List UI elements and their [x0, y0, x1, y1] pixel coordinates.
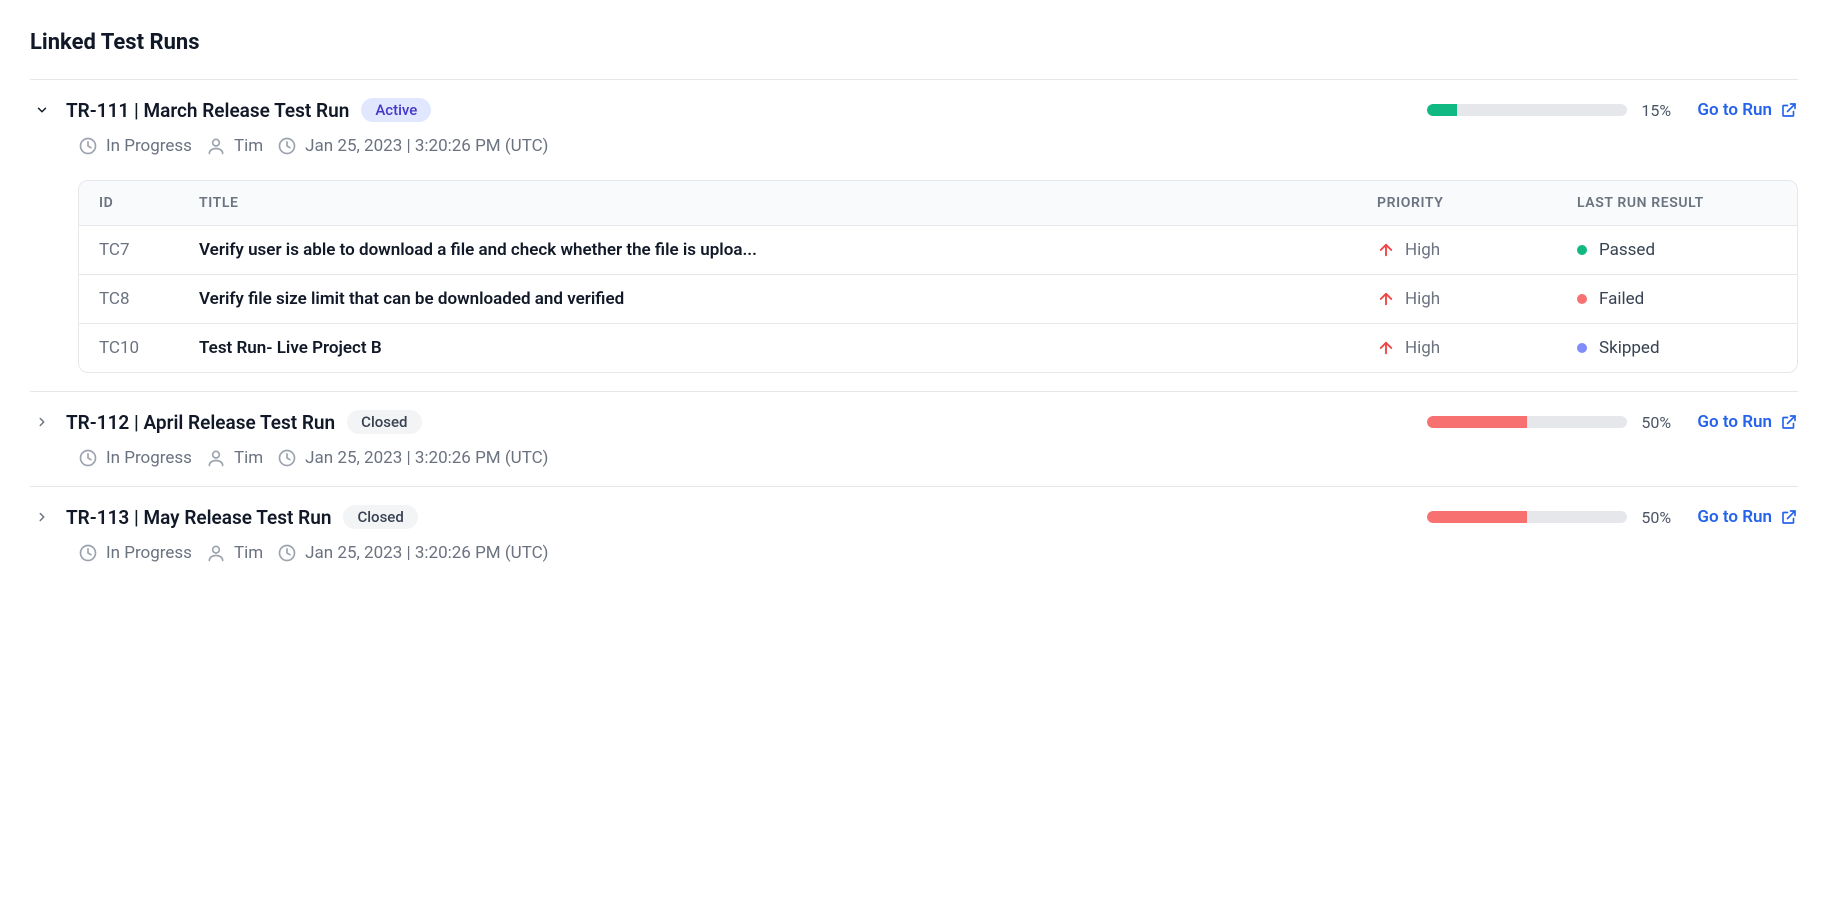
- progress-bar: [1427, 416, 1627, 428]
- meta-owner: Tim: [206, 136, 263, 156]
- meta-owner: Tim: [206, 448, 263, 468]
- status-badge: Closed: [343, 505, 417, 529]
- person-icon: [206, 543, 226, 563]
- run-meta: In Progress Tim Jan 25, 2023 | 3:20:26 PM …: [78, 448, 1798, 468]
- run-title[interactable]: TR-112 | April Release Test Run: [66, 411, 335, 434]
- test-case-title: Test Run- Live Project B: [199, 338, 1377, 358]
- run-header: TR-111 | March Release Test Run Active 15%…: [30, 98, 1798, 122]
- test-case-result: Passed: [1577, 240, 1777, 260]
- status-badge: Closed: [347, 410, 421, 434]
- status-badge: Active: [361, 98, 431, 122]
- meta-state: In Progress: [78, 448, 192, 468]
- progress-fill: [1427, 104, 1457, 116]
- progress-percent: 15%: [1641, 101, 1685, 120]
- chevron-right-icon[interactable]: [30, 505, 54, 529]
- table-row[interactable]: TC10Test Run- Live Project BHighSkipped: [79, 323, 1797, 372]
- test-case-id: TC7: [99, 240, 199, 260]
- test-run-block: TR-113 | May Release Test Run Closed 50% Go…: [30, 486, 1798, 581]
- meta-owner: Tim: [206, 543, 263, 563]
- test-case-priority: High: [1377, 289, 1577, 309]
- test-case-title: Verify file size limit that can be downl…: [199, 289, 1377, 309]
- test-case-table: IDTITLEPRIORITYLAST RUN RESULTTC7Verify …: [78, 180, 1798, 373]
- chevron-right-icon[interactable]: [30, 410, 54, 434]
- go-to-run-label: Go to Run: [1697, 100, 1772, 120]
- external-link-icon: [1780, 508, 1798, 526]
- test-case-result: Failed: [1577, 289, 1777, 309]
- clock-icon: [78, 543, 98, 563]
- clock-icon: [78, 448, 98, 468]
- run-title[interactable]: TR-113 | May Release Test Run: [66, 506, 331, 529]
- arrow-up-icon: [1377, 241, 1395, 259]
- external-link-icon: [1780, 101, 1798, 119]
- arrow-up-icon: [1377, 290, 1395, 308]
- col-header-id: ID: [99, 195, 199, 211]
- run-header: TR-113 | May Release Test Run Closed 50% Go…: [30, 505, 1798, 529]
- run-meta: In Progress Tim Jan 25, 2023 | 3:20:26 PM …: [78, 543, 1798, 563]
- go-to-run-link[interactable]: Go to Run: [1697, 100, 1798, 120]
- meta-timestamp: Jan 25, 2023 | 3:20:26 PM (UTC): [277, 136, 548, 156]
- progress-bar: [1427, 511, 1627, 523]
- progress: 50%: [1427, 413, 1685, 432]
- person-icon: [206, 448, 226, 468]
- test-case-id: TC8: [99, 289, 199, 309]
- progress-percent: 50%: [1641, 508, 1685, 527]
- go-to-run-link[interactable]: Go to Run: [1697, 412, 1798, 432]
- test-case-priority: High: [1377, 240, 1577, 260]
- progress-percent: 50%: [1641, 413, 1685, 432]
- meta-state: In Progress: [78, 136, 192, 156]
- progress-bar: [1427, 104, 1627, 116]
- table-header-row: IDTITLEPRIORITYLAST RUN RESULT: [79, 181, 1797, 225]
- clock-icon: [277, 136, 297, 156]
- meta-state: In Progress: [78, 543, 192, 563]
- status-dot-icon: [1577, 343, 1587, 353]
- clock-icon: [277, 543, 297, 563]
- go-to-run-label: Go to Run: [1697, 412, 1772, 432]
- person-icon: [206, 136, 226, 156]
- progress: 50%: [1427, 508, 1685, 527]
- progress: 15%: [1427, 101, 1685, 120]
- test-run-block: TR-112 | April Release Test Run Closed 50%…: [30, 391, 1798, 486]
- clock-icon: [277, 448, 297, 468]
- chevron-down-icon[interactable]: [30, 98, 54, 122]
- runs-list: TR-111 | March Release Test Run Active 15%…: [30, 79, 1798, 581]
- meta-timestamp: Jan 25, 2023 | 3:20:26 PM (UTC): [277, 543, 548, 563]
- test-case-priority: High: [1377, 338, 1577, 358]
- col-header-title: TITLE: [199, 195, 1377, 211]
- go-to-run-label: Go to Run: [1697, 507, 1772, 527]
- arrow-up-icon: [1377, 339, 1395, 357]
- col-header-result: LAST RUN RESULT: [1577, 195, 1777, 211]
- run-meta: In Progress Tim Jan 25, 2023 | 3:20:26 PM …: [78, 136, 1798, 156]
- status-dot-icon: [1577, 294, 1587, 304]
- table-row[interactable]: TC7Verify user is able to download a fil…: [79, 225, 1797, 274]
- go-to-run-link[interactable]: Go to Run: [1697, 507, 1798, 527]
- run-title[interactable]: TR-111 | March Release Test Run: [66, 99, 349, 122]
- run-header: TR-112 | April Release Test Run Closed 50%…: [30, 410, 1798, 434]
- col-header-priority: PRIORITY: [1377, 195, 1577, 211]
- test-case-id: TC10: [99, 338, 199, 358]
- clock-icon: [78, 136, 98, 156]
- external-link-icon: [1780, 413, 1798, 431]
- section-title: Linked Test Runs: [30, 30, 1798, 55]
- meta-timestamp: Jan 25, 2023 | 3:20:26 PM (UTC): [277, 448, 548, 468]
- progress-fill: [1427, 511, 1527, 523]
- progress-fill: [1427, 416, 1527, 428]
- status-dot-icon: [1577, 245, 1587, 255]
- test-run-block: TR-111 | March Release Test Run Active 15%…: [30, 79, 1798, 391]
- test-case-result: Skipped: [1577, 338, 1777, 358]
- test-case-title: Verify user is able to download a file a…: [199, 240, 1377, 260]
- table-row[interactable]: TC8Verify file size limit that can be do…: [79, 274, 1797, 323]
